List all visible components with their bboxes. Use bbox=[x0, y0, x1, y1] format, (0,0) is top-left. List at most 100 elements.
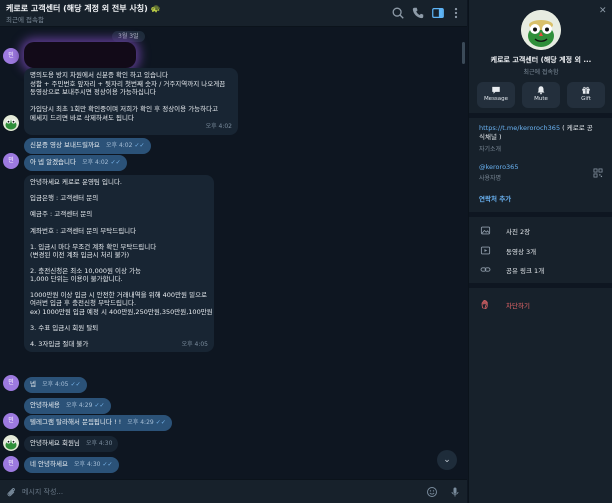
mute-button[interactable]: Mute bbox=[522, 82, 560, 108]
user-avatar[interactable]: 민 bbox=[3, 153, 19, 169]
bio-label: 자기소개 bbox=[479, 146, 502, 153]
message-time: 오후 4:02 bbox=[205, 123, 232, 130]
message-button[interactable]: Message bbox=[477, 82, 515, 108]
date-separator: 3월 3일 bbox=[112, 31, 145, 42]
microphone-icon[interactable] bbox=[449, 486, 461, 498]
message-text: 아 넵 알겠습니다 bbox=[30, 158, 76, 166]
read-ticks-icon: ✓✓ bbox=[94, 402, 105, 409]
message-bubble[interactable]: 안녕하세용 오후 4:29 ✓✓ bbox=[24, 398, 111, 414]
message-input[interactable] bbox=[22, 485, 402, 499]
message-line: (변경된 이전 계좌 입금시 처리 불가) bbox=[30, 250, 130, 259]
sidebar-toggle-icon[interactable] bbox=[431, 6, 445, 20]
username-label: 사용자명 bbox=[479, 175, 502, 182]
composer bbox=[0, 479, 467, 503]
username[interactable]: @keroro365 bbox=[479, 163, 518, 171]
chevron-down-icon: ⌄ bbox=[443, 455, 451, 465]
message-bubble[interactable]: 텔레그램 탈라해서 문읨됩니다 ! ! 오후 4:29 ✓✓ bbox=[24, 415, 172, 431]
message-time: 오후 4:02 bbox=[106, 142, 133, 149]
profile-avatar[interactable] bbox=[521, 10, 561, 50]
message-bubble[interactable]: 넵 오후 4:05 ✓✓ bbox=[24, 377, 87, 393]
message-line: 메세지 드리면 바로 삭제하셔도 됩니다 bbox=[30, 113, 134, 122]
attach-icon[interactable] bbox=[5, 486, 17, 498]
close-icon[interactable]: ✕ bbox=[599, 6, 607, 16]
media-videos-label: 동영상 3개 bbox=[506, 248, 537, 256]
block-user-label: 차단하기 bbox=[506, 302, 530, 310]
profile-panel: ✕ 케로로 고객센터 (해당 계정 외 ... 최근에 접속함 Message … bbox=[468, 0, 612, 503]
message-line: 예금주 : 고객센터 문의 bbox=[30, 210, 93, 219]
photo-icon bbox=[480, 225, 491, 236]
gift-icon bbox=[581, 85, 591, 95]
media-links-label: 공유 링크 1개 bbox=[506, 267, 545, 275]
support-avatar[interactable] bbox=[3, 435, 19, 451]
message-line: 가입당시 최초 1회만 확인중이며 저희가 확인 후 정상이용 가능하다고 bbox=[30, 105, 219, 113]
message-text: 네 안녕하세요 bbox=[30, 460, 68, 468]
user-avatar[interactable]: 민 bbox=[3, 48, 19, 64]
profile-status: 최근에 접속함 bbox=[523, 69, 559, 76]
add-contact-button[interactable]: 연락처 추가 bbox=[479, 193, 511, 203]
search-icon[interactable] bbox=[391, 6, 405, 20]
message-bubble[interactable]: 명의도용 방지 차원에서 신분증 확인 하고 있습니다 성함 + 주민번호 앞자… bbox=[24, 68, 238, 135]
message-time: 오후 4:05 bbox=[42, 381, 69, 388]
qr-code-icon[interactable] bbox=[593, 168, 603, 178]
read-ticks-icon: ✓✓ bbox=[134, 142, 145, 149]
phone-icon[interactable] bbox=[411, 6, 425, 20]
support-avatar[interactable] bbox=[3, 115, 19, 131]
message-line: 계좌번호 : 고객센터 문의 부탁드립니다 bbox=[30, 226, 137, 235]
gift-button[interactable]: Gift bbox=[567, 82, 605, 108]
chat-header: 케로로 고객센터 (해당 계정 외 전부 사칭) 🐢 최근에 접속함 bbox=[0, 0, 467, 27]
divider bbox=[469, 113, 612, 118]
message-line: 3. 수표 입금시 회원 탈퇴 bbox=[30, 323, 99, 332]
message-text: 안녕하세요 회원님 bbox=[30, 439, 80, 447]
message-bubble[interactable]: 아 넵 알겠습니다 오후 4:02 ✓✓ bbox=[24, 155, 127, 171]
telegram-window: 케로로 고객센터 (해당 계정 외 전부 사칭) 🐢 최근에 접속함 3월 3일… bbox=[0, 0, 612, 503]
message-icon bbox=[491, 85, 501, 95]
video-icon bbox=[480, 245, 491, 256]
message-line: ex) 1000만원 입금 예정 시 400만원,250만원,350만원,100… bbox=[30, 307, 213, 316]
media-links[interactable]: 공유 링크 1개 bbox=[469, 263, 612, 277]
message-time: 오후 4:29 bbox=[65, 402, 93, 409]
message-time: 오후 4:30 bbox=[85, 440, 113, 447]
user-avatar[interactable]: 민 bbox=[3, 456, 19, 472]
bell-icon bbox=[536, 85, 546, 95]
message-line: 입금은행 : 고객센터 문의 bbox=[30, 194, 99, 203]
user-avatar[interactable]: 민 bbox=[3, 413, 19, 429]
message-line: 1,000 단위는 이용이 불가합니다. bbox=[30, 275, 123, 284]
message-text: 안녕하세용 bbox=[30, 401, 60, 409]
divider bbox=[469, 283, 612, 288]
message-line: 성함 + 주민번호 앞자리 + 뒷자리 첫번째 숫자 / 거주지역까지 나오게끔 bbox=[30, 79, 226, 88]
message-text: 신분증 영상 보내드릴까요 bbox=[30, 141, 100, 149]
media-videos[interactable]: 동영상 3개 bbox=[469, 244, 612, 258]
read-ticks-icon: ✓✓ bbox=[155, 419, 166, 426]
media-photos[interactable]: 사진 2장 bbox=[469, 224, 612, 238]
message-bubble[interactable]: 안녕하세요 케로로 운영팀 입니다. 입금은행 : 고객센터 문의 예금주 : … bbox=[24, 175, 214, 353]
message-line: 2. 충전신청은 최소 10,000원 이상 가능 bbox=[30, 267, 142, 276]
message-list[interactable]: 3월 3일 민 명의도용 방지 차원에서 신분증 확인 하고 있습니다 성함 +… bbox=[0, 28, 467, 479]
scroll-to-bottom-button[interactable]: ⌄ bbox=[437, 450, 457, 470]
divider bbox=[469, 212, 612, 217]
user-avatar[interactable]: 민 bbox=[3, 375, 19, 391]
message-bubble[interactable]: 신분증 영상 보내드릴까요 오후 4:02 ✓✓ bbox=[24, 138, 151, 154]
profile-name: 케로로 고객센터 (해당 계정 외 ... bbox=[490, 56, 592, 64]
message-text: 넵 bbox=[30, 380, 36, 388]
link-icon bbox=[480, 264, 491, 275]
profile-actions: Message Mute Gift bbox=[477, 82, 605, 108]
bio-text[interactable]: https://t.me/keroroch365 ( 케로로 공식채널 ) bbox=[479, 124, 597, 141]
redacted-message bbox=[24, 42, 136, 68]
emoji-icon[interactable] bbox=[426, 486, 438, 498]
more-icon[interactable] bbox=[449, 6, 463, 20]
block-user-button[interactable]: 차단하기 bbox=[469, 298, 612, 312]
gift-button-label: Gift bbox=[581, 96, 591, 102]
message-line: 안녕하세요 케로로 운영팀 입니다. bbox=[30, 178, 122, 186]
message-text: 텔레그램 탈라해서 문읨됩니다 ! ! bbox=[30, 418, 122, 426]
message-time: 오후 4:29 bbox=[127, 419, 154, 426]
scrollbar[interactable] bbox=[462, 42, 465, 64]
message-time: 오후 4:02 bbox=[82, 159, 109, 166]
chat-title[interactable]: 케로로 고객센터 (해당 계정 외 전부 사칭) 🐢 bbox=[6, 3, 161, 14]
chat-status: 최근에 접속함 bbox=[6, 16, 44, 24]
bio-link[interactable]: https://t.me/keroroch365 bbox=[479, 124, 560, 132]
read-ticks-icon: ✓✓ bbox=[70, 381, 81, 388]
message-bubble[interactable]: 네 안녕하세요 오후 4:30 ✓✓ bbox=[24, 457, 119, 473]
message-bubble[interactable]: 안녕하세요 회원님 오후 4:30 bbox=[24, 436, 119, 452]
chat-panel: 케로로 고객센터 (해당 계정 외 전부 사칭) 🐢 최근에 접속함 3월 3일… bbox=[0, 0, 467, 503]
message-button-label: Message bbox=[483, 96, 509, 102]
